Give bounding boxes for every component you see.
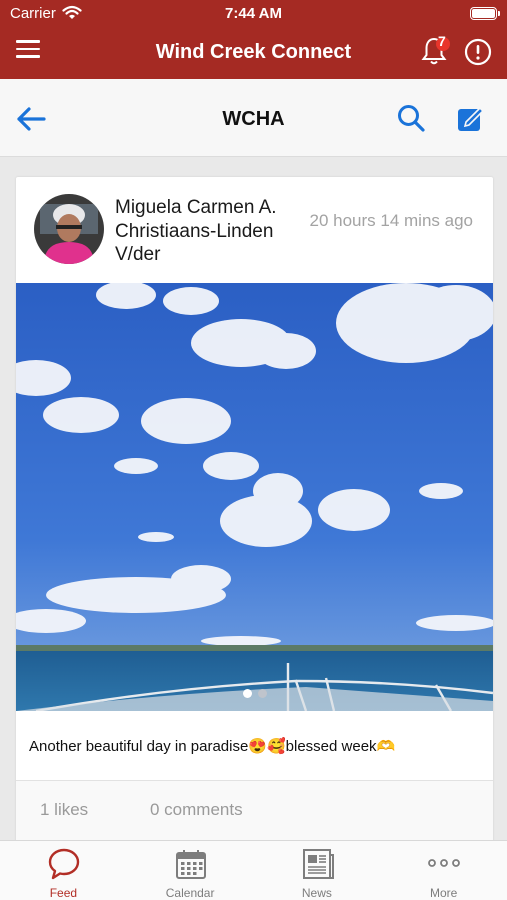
group-title: WCHA	[222, 108, 285, 130]
image-pager[interactable]	[16, 685, 493, 703]
tab-news[interactable]: News	[254, 841, 381, 900]
post-card: Miguela Carmen A. Christiaans-Linden V/d…	[16, 177, 493, 842]
pager-dot-active[interactable]	[242, 689, 252, 698]
tab-calendar[interactable]: Calendar	[127, 841, 254, 900]
notification-count: 7	[438, 33, 446, 49]
search-icon[interactable]	[396, 103, 426, 133]
comments-count[interactable]: 0 comments	[150, 800, 243, 820]
compose-icon[interactable]	[456, 103, 486, 133]
newspaper-icon	[302, 849, 334, 879]
chat-bubble-icon	[48, 848, 80, 880]
post-author[interactable]: Miguela Carmen A. Christiaans-Linden V/d…	[115, 196, 285, 267]
group-nav-bar: WCHA	[0, 79, 507, 157]
calendar-icon	[175, 850, 206, 879]
tab-label-more: More	[429, 886, 458, 900]
post-timestamp: 20 hours 14 mins ago	[309, 211, 474, 230]
tab-label-news: News	[301, 886, 332, 900]
status-time: 7:44 AM	[225, 5, 282, 22]
tab-label-calendar: Calendar	[165, 886, 215, 900]
pager-dot[interactable]	[257, 689, 267, 698]
alert-info-icon[interactable]	[464, 38, 492, 66]
status-bar: Carrier 7:44 AM	[0, 0, 507, 28]
app-header: Carrier 7:44 AM Wind Creek Connect 7	[0, 0, 507, 79]
tab-feed[interactable]: Feed	[0, 841, 127, 900]
more-dots-icon	[428, 859, 461, 867]
tab-label-feed: Feed	[49, 886, 78, 900]
bottom-tab-bar: Feed Calendar News More	[0, 840, 507, 900]
author-avatar[interactable]	[34, 194, 104, 264]
post-photo[interactable]	[16, 283, 493, 711]
app-bar: Wind Creek Connect 7	[0, 28, 507, 79]
likes-count[interactable]: 1 likes	[40, 800, 88, 820]
post-caption: Another beautiful day in paradise😍🥰bless…	[29, 738, 396, 755]
post-stats: 1 likes 0 comments	[16, 781, 493, 842]
battery-icon	[470, 7, 500, 20]
tab-more[interactable]: More	[380, 841, 507, 900]
